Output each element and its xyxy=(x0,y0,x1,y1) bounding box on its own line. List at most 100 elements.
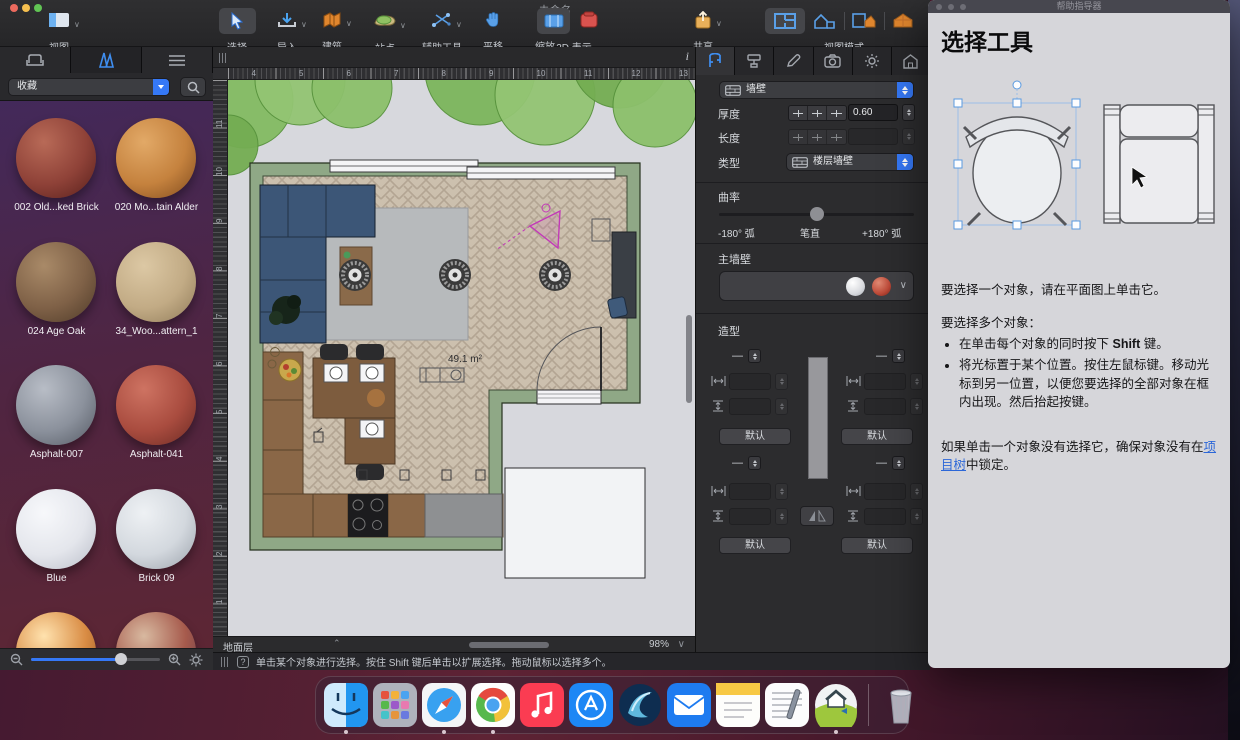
wall-type-dropdown[interactable]: 楼层墙壁 xyxy=(786,153,914,171)
profile-height-field-3[interactable] xyxy=(729,508,771,525)
tab-furniture[interactable] xyxy=(0,47,71,73)
counter-gray[interactable] xyxy=(425,494,502,537)
dock-app-store-icon[interactable] xyxy=(569,683,613,727)
material-sphere[interactable] xyxy=(16,489,96,569)
default-button-2[interactable]: 默认 xyxy=(841,428,913,445)
default-button-1[interactable]: 默认 xyxy=(719,428,791,445)
close-button[interactable] xyxy=(10,4,18,12)
length-stepper[interactable] xyxy=(902,128,915,145)
profile-width-field-4[interactable] xyxy=(864,483,906,500)
tab-project-tree[interactable] xyxy=(142,47,213,73)
scrollbar-thumb[interactable] xyxy=(469,642,549,648)
status-drag-handle[interactable] xyxy=(221,657,230,667)
toolbar-aux-tools-button[interactable]: ∨ 辅助工具 xyxy=(432,12,452,31)
help-minimize-button[interactable] xyxy=(948,4,954,10)
dock-music-icon[interactable] xyxy=(520,683,564,727)
viewmode-elevation-button[interactable] xyxy=(812,13,836,34)
canvas-vertical-scrollbar[interactable] xyxy=(686,315,692,403)
tab-light[interactable] xyxy=(853,47,892,75)
chair[interactable] xyxy=(356,464,384,480)
material-sphere-red[interactable] xyxy=(872,277,891,296)
material-sphere[interactable] xyxy=(116,242,196,322)
minimize-button[interactable] xyxy=(22,4,30,12)
dock-launchpad-icon[interactable] xyxy=(373,683,417,727)
material-sphere[interactable] xyxy=(116,365,196,445)
material-sphere[interactable] xyxy=(16,118,96,198)
toolbar-site-button[interactable]: ∨ 站点 xyxy=(374,13,396,30)
chair[interactable] xyxy=(356,344,384,360)
viewmode-2d-plan-button[interactable] xyxy=(765,8,805,34)
default-button-3[interactable]: 默认 xyxy=(719,537,791,554)
profile-selector-bottom-right[interactable] xyxy=(892,456,905,470)
zoom-button[interactable] xyxy=(34,4,42,12)
profile-height-field-4[interactable] xyxy=(864,508,906,525)
profile-width-stepper-4[interactable] xyxy=(910,483,923,500)
object-type-dropdown[interactable]: 墙壁 xyxy=(719,81,914,99)
slider-thumb[interactable] xyxy=(115,653,127,665)
toolbar-import-button[interactable]: ∨ 导入 xyxy=(277,12,297,31)
drag-handle-icon[interactable] xyxy=(219,53,228,63)
zoom-out-icon[interactable] xyxy=(10,653,23,666)
tab-edit[interactable] xyxy=(774,47,813,75)
main-wall-material-well[interactable]: ∨ xyxy=(719,271,914,301)
material-sphere[interactable] xyxy=(16,365,96,445)
zoom-chevron-icon[interactable]: ∨ xyxy=(678,639,685,650)
profile-height-stepper-2[interactable] xyxy=(910,398,923,415)
toolbar-3d-button[interactable] xyxy=(579,11,599,35)
toolbar-2d-button[interactable] xyxy=(537,8,570,34)
profile-width-field-1[interactable] xyxy=(729,373,771,390)
toolbar-share-button[interactable]: ∨ 共享 xyxy=(694,11,712,32)
toolbar-building-button[interactable]: ∨ 建筑 xyxy=(322,11,342,32)
toolbar-view-button[interactable]: ∨ 视图 xyxy=(48,12,70,31)
mirror-button[interactable] xyxy=(800,506,834,526)
help-close-button[interactable] xyxy=(936,4,942,10)
default-button-4[interactable]: 默认 xyxy=(841,537,913,554)
curvature-slider-thumb[interactable] xyxy=(810,207,824,221)
tab-object-properties[interactable] xyxy=(696,47,735,75)
horizontal-scrollbar[interactable] xyxy=(369,642,749,648)
material-sphere-white[interactable] xyxy=(846,277,865,296)
help-question-icon[interactable]: ? xyxy=(237,656,249,668)
profile-width-field-3[interactable] xyxy=(729,483,771,500)
dock-live-home-3d-icon[interactable] xyxy=(814,683,858,727)
dock-finder-icon[interactable] xyxy=(324,683,368,727)
floor-plan-canvas[interactable]: 49.1 m² xyxy=(228,80,695,636)
thickness-field[interactable]: 0.60 xyxy=(848,104,898,121)
layer-stepper-icon[interactable]: ⌃ xyxy=(333,638,341,649)
dock-trash-icon[interactable] xyxy=(879,683,923,727)
info-icon[interactable]: i xyxy=(686,49,689,64)
profile-selector-bottom-left[interactable] xyxy=(748,456,761,470)
canvas-zoom-level[interactable]: 98% xyxy=(649,639,669,650)
profile-width-stepper-3[interactable] xyxy=(775,483,788,500)
dock-notes-icon[interactable] xyxy=(716,683,760,727)
profile-selector-top-right[interactable] xyxy=(892,349,905,363)
dock-chrome-icon[interactable] xyxy=(471,683,515,727)
profile-height-stepper-4[interactable] xyxy=(910,508,923,525)
ceiling-fan[interactable] xyxy=(539,259,571,291)
tab-building-properties[interactable] xyxy=(892,47,931,75)
material-sphere[interactable] xyxy=(116,612,196,648)
profile-height-field-1[interactable] xyxy=(729,398,771,415)
chair[interactable] xyxy=(320,344,348,360)
dock-textedit-icon[interactable] xyxy=(765,683,809,727)
dock-safari-icon[interactable] xyxy=(422,683,466,727)
length-field[interactable] xyxy=(848,128,898,145)
collection-dropdown[interactable]: 收藏 xyxy=(8,78,170,96)
curvature-slider[interactable] xyxy=(719,213,914,216)
search-button[interactable] xyxy=(180,77,206,97)
thickness-align-segment[interactable] xyxy=(788,105,847,121)
desk-chair[interactable] xyxy=(607,296,628,318)
profile-height-stepper-1[interactable] xyxy=(775,398,788,415)
ceiling-fan[interactable] xyxy=(439,259,471,291)
stove[interactable] xyxy=(348,494,388,537)
material-sphere[interactable] xyxy=(16,612,96,648)
thumbnail-size-slider[interactable] xyxy=(31,658,160,661)
toolbar-select-button[interactable] xyxy=(219,8,256,34)
tab-materials-paint[interactable] xyxy=(735,47,774,75)
profile-width-field-2[interactable] xyxy=(864,373,906,390)
profile-selector-top-left[interactable] xyxy=(748,349,761,363)
tab-materials[interactable] xyxy=(71,47,142,73)
gear-icon[interactable] xyxy=(189,653,203,667)
profile-width-stepper-2[interactable] xyxy=(910,373,923,390)
material-sphere[interactable] xyxy=(16,242,96,322)
